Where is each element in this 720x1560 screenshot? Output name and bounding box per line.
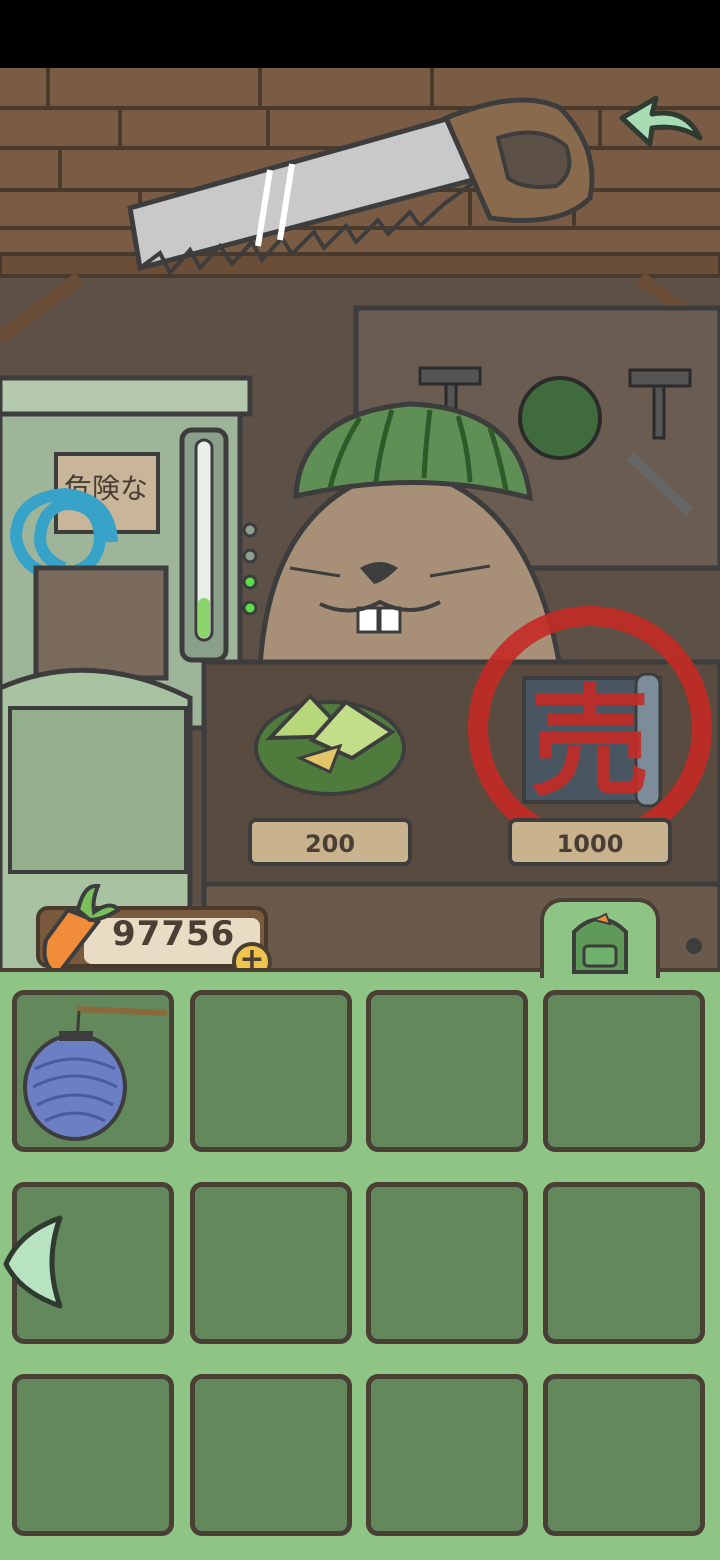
backpack-icon <box>572 912 628 974</box>
inventory-slot-7[interactable] <box>366 1182 528 1344</box>
currency-amount: 97756 <box>112 914 236 954</box>
back-button[interactable] <box>616 78 712 158</box>
price-plaque-blueprint: 1000 <box>508 818 672 866</box>
inventory-slot-9[interactable] <box>12 1374 174 1536</box>
paper-lantern-icon <box>23 1006 168 1141</box>
price-label: 1000 <box>557 830 624 858</box>
status-bar <box>0 0 720 68</box>
inventory-slot-12[interactable] <box>543 1374 705 1536</box>
inventory-slot-4[interactable] <box>543 990 705 1152</box>
svg-text:売: 売 <box>530 674 650 813</box>
inventory-slot-10[interactable] <box>190 1374 352 1536</box>
inventory-slot-8[interactable] <box>543 1182 705 1344</box>
inventory-slot-1[interactable] <box>12 990 174 1152</box>
inventory-slot-6[interactable] <box>190 1182 352 1344</box>
inventory-grid <box>12 990 708 1540</box>
price-plaque-zongzi: 200 <box>248 818 412 866</box>
inventory-slot-3[interactable] <box>366 990 528 1152</box>
shop-scene: 危険な 売 200 1000 <box>0 68 720 976</box>
carrot-icon <box>42 883 120 977</box>
backpack-tab[interactable] <box>540 898 660 978</box>
back-arrow-icon <box>619 95 703 147</box>
chevron-left-icon <box>3 1215 63 1309</box>
inventory-slot-11[interactable] <box>366 1374 528 1536</box>
inventory-slot-2[interactable] <box>190 990 352 1152</box>
prev-page-arrow[interactable] <box>0 1212 70 1312</box>
price-label: 200 <box>305 830 355 858</box>
